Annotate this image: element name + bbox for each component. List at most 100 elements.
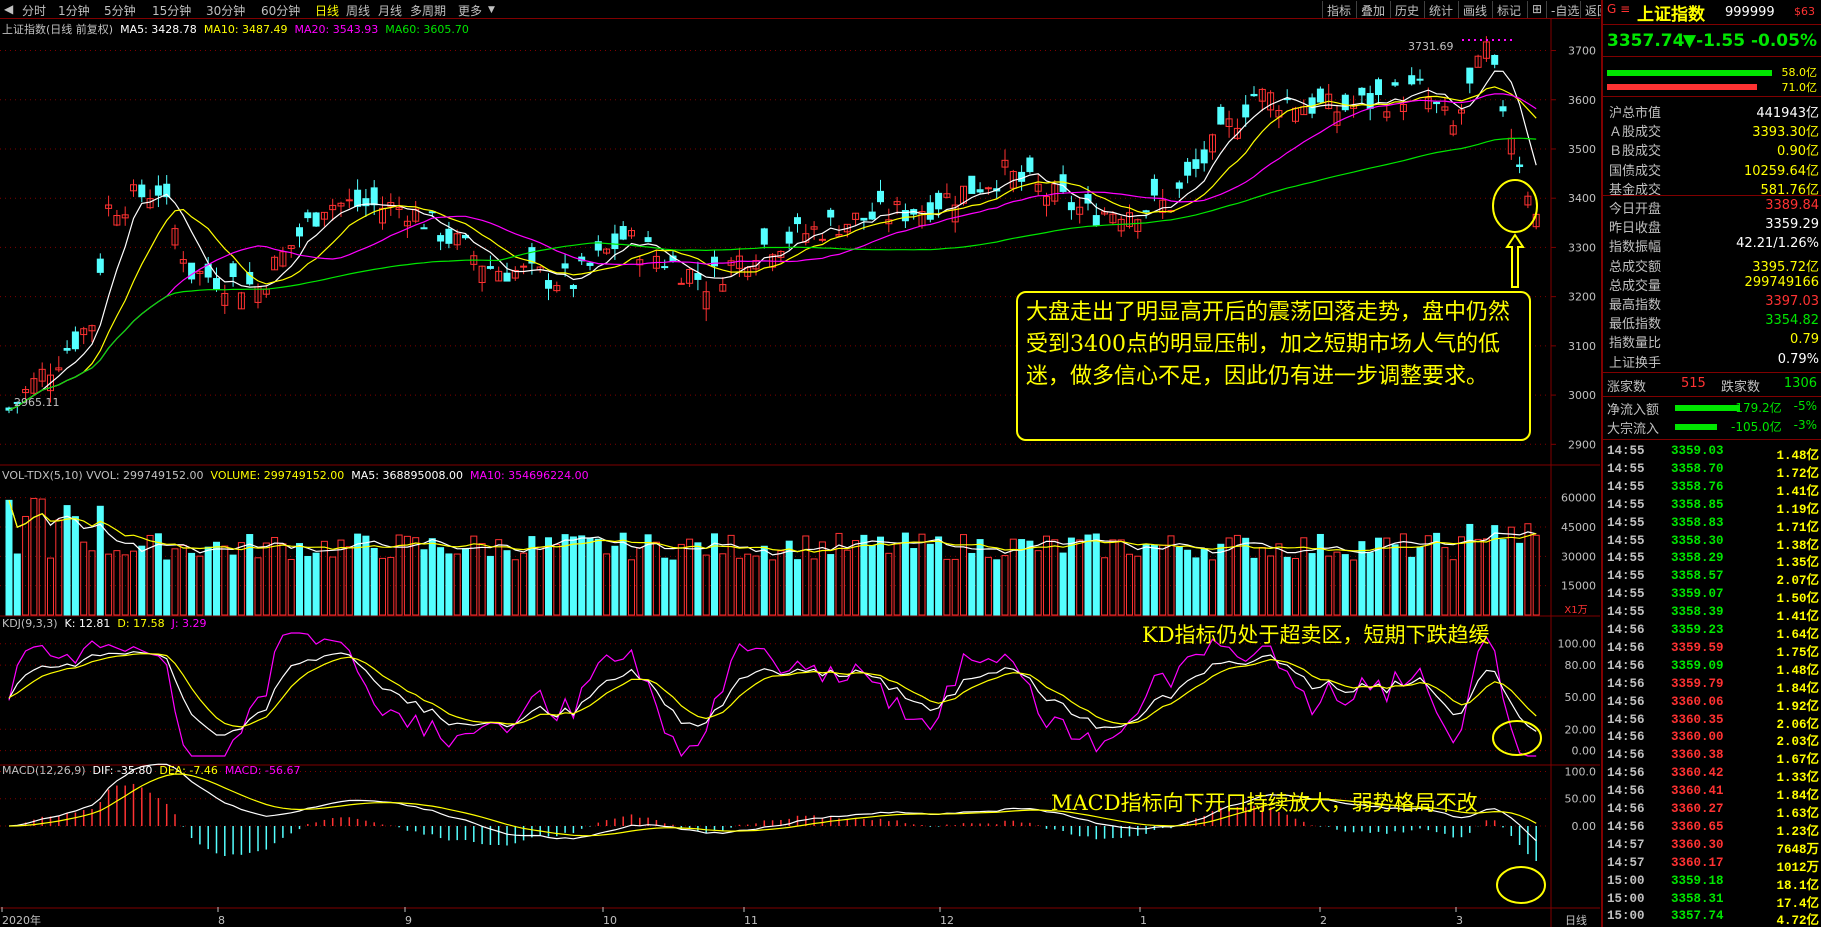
- tick-row: 14:55 3358.29 1.35亿: [1603, 550, 1821, 570]
- volume-bar: [1308, 553, 1316, 616]
- volume-bar: [1117, 539, 1125, 616]
- volume-bar: [686, 538, 694, 616]
- volume-bar: [262, 542, 270, 616]
- tab-more[interactable]: 更多: [458, 2, 482, 19]
- volume-bar: [1126, 553, 1133, 616]
- stats-button[interactable]: 统计: [1424, 1, 1457, 18]
- tab-multi[interactable]: 多周期: [410, 2, 446, 19]
- tick-row: 14:56 3359.23 1.64亿: [1603, 622, 1821, 642]
- grid-icon[interactable]: ⊞: [1527, 1, 1546, 18]
- stat-row: Ａ股成交 3393.30亿: [1603, 119, 1821, 140]
- tick-price: 3358.83: [1671, 515, 1724, 530]
- candle: [437, 235, 445, 242]
- volume-bar: [1433, 532, 1441, 616]
- tick-row: 14:55 3358.70 1.72亿: [1603, 461, 1821, 481]
- volume-bar: [80, 541, 88, 616]
- tab-30min[interactable]: 30分钟: [206, 2, 245, 19]
- vol-legend: VOL-TDX(5,10) VVOL: 299749152.00 VOLUME:…: [2, 469, 589, 482]
- mark-button[interactable]: 标记: [1492, 1, 1525, 18]
- candle: [1408, 75, 1416, 85]
- tab-daily[interactable]: 日线: [315, 2, 339, 19]
- stat-row: 总成交量 299749166: [1603, 273, 1821, 294]
- favorite-button[interactable]: -自选: [1546, 1, 1583, 18]
- stat-row: 昨日收盘 3359.29: [1603, 215, 1821, 236]
- tick-time: 14:56: [1607, 784, 1645, 799]
- tick-row: 14:56 3359.09 1.48亿: [1603, 658, 1821, 678]
- volume-bar: [237, 542, 245, 616]
- kline-chart-area[interactable]: 3700 3600 3500 3400 3300 3200 3100 3000 2900 6000…: [0, 19, 1600, 927]
- stat-label: 最低指数: [1609, 317, 1662, 333]
- vol-legend-title: VOL-TDX(5,10) VVOL: 299749152.00: [2, 469, 204, 482]
- g-icon[interactable]: G ≡: [1607, 2, 1630, 16]
- tick-row: 14:56 3359.59 1.75亿: [1603, 640, 1821, 660]
- volume-bar: [578, 535, 586, 616]
- volume-bar: [503, 550, 511, 616]
- axis-corner-label: 日线: [1565, 913, 1587, 927]
- candle: [976, 189, 984, 193]
- draw-button[interactable]: 画线: [1458, 1, 1491, 18]
- volume-bar: [171, 548, 179, 616]
- tick-row: 14:56 3360.41 1.84亿: [1603, 783, 1821, 803]
- tab-monthly[interactable]: 月线: [378, 2, 402, 19]
- volume-bar: [1167, 535, 1175, 616]
- volume-bar: [1300, 537, 1308, 616]
- vol-tick-label: 30000: [1561, 550, 1596, 563]
- volume-bar: [403, 535, 411, 616]
- candle: [619, 226, 627, 240]
- ma20-value: MA20: 3543.93: [294, 23, 379, 36]
- tick-row: 14:56 3360.00 2.03亿: [1603, 729, 1821, 749]
- history-button[interactable]: 历史: [1390, 1, 1423, 18]
- tab-weekly[interactable]: 周线: [346, 2, 370, 19]
- volume-bar: [379, 557, 386, 616]
- candle: [246, 271, 254, 285]
- volume-bar: [536, 546, 544, 616]
- tab-5min[interactable]: 5分钟: [104, 2, 136, 19]
- volume-bar: [1184, 549, 1192, 616]
- tick-price: 3360.00: [1671, 730, 1724, 745]
- volume-bar: [486, 555, 494, 616]
- volume-bar: [885, 552, 893, 616]
- volume-bar: [13, 553, 21, 616]
- more-arrow-icon[interactable]: ▼: [488, 5, 495, 15]
- candle: [1150, 178, 1158, 196]
- volume-bar: [1101, 557, 1109, 616]
- stat-value: 0.90亿: [1777, 144, 1819, 160]
- net-inflow-value: -179.2亿: [1731, 401, 1782, 415]
- volume-bar: [88, 550, 96, 616]
- tick-price: 3358.85: [1671, 497, 1724, 512]
- kdj-annotation: KD指标仍处于超卖区，短期下跌趋缓: [1142, 623, 1490, 647]
- tab-minute[interactable]: 分时: [22, 2, 46, 19]
- volume-bar: [1175, 546, 1183, 616]
- candle: [1250, 93, 1258, 97]
- vol-tick-label: 60000: [1561, 492, 1596, 505]
- highlight-circle-main: [1492, 179, 1538, 233]
- main-legend-title: 上证指数(日线 前复权): [2, 23, 114, 36]
- indicator-button[interactable]: 指标: [1322, 1, 1355, 18]
- volume-bar: [345, 546, 353, 616]
- month-label: 9: [405, 914, 412, 927]
- volume-bar: [918, 533, 926, 616]
- tick-row: 14:56 3360.65 1.23亿: [1603, 819, 1821, 839]
- volume-bar: [877, 536, 884, 616]
- volume-bar: [370, 547, 378, 616]
- volume-bar: [1192, 557, 1200, 616]
- tab-1min[interactable]: 1分钟: [58, 2, 90, 19]
- low-price-mark: 2965.11: [14, 396, 60, 409]
- overlay-button[interactable]: 叠加: [1356, 1, 1389, 18]
- stat-row: 指数振幅 42.21/1.26%: [1603, 234, 1821, 255]
- tick-time: 14:56: [1607, 712, 1645, 727]
- volume-bar: [810, 558, 818, 616]
- tick-price: 3360.17: [1671, 855, 1724, 870]
- collapse-icon[interactable]: ◀: [4, 2, 13, 16]
- volume-bar: [1474, 538, 1482, 616]
- tab-60min[interactable]: 60分钟: [261, 2, 300, 19]
- candle: [1026, 157, 1034, 173]
- candle: [984, 187, 992, 190]
- month-label: 11: [744, 914, 758, 927]
- candle: [1433, 101, 1441, 105]
- tab-15min[interactable]: 15分钟: [152, 2, 191, 19]
- stat-row: 最高指数 3397.03: [1603, 292, 1821, 313]
- tick-price: 3358.70: [1671, 461, 1724, 476]
- tick-time: 14:57: [1607, 855, 1645, 870]
- high-price-mark: 3731.69: [1408, 40, 1454, 53]
